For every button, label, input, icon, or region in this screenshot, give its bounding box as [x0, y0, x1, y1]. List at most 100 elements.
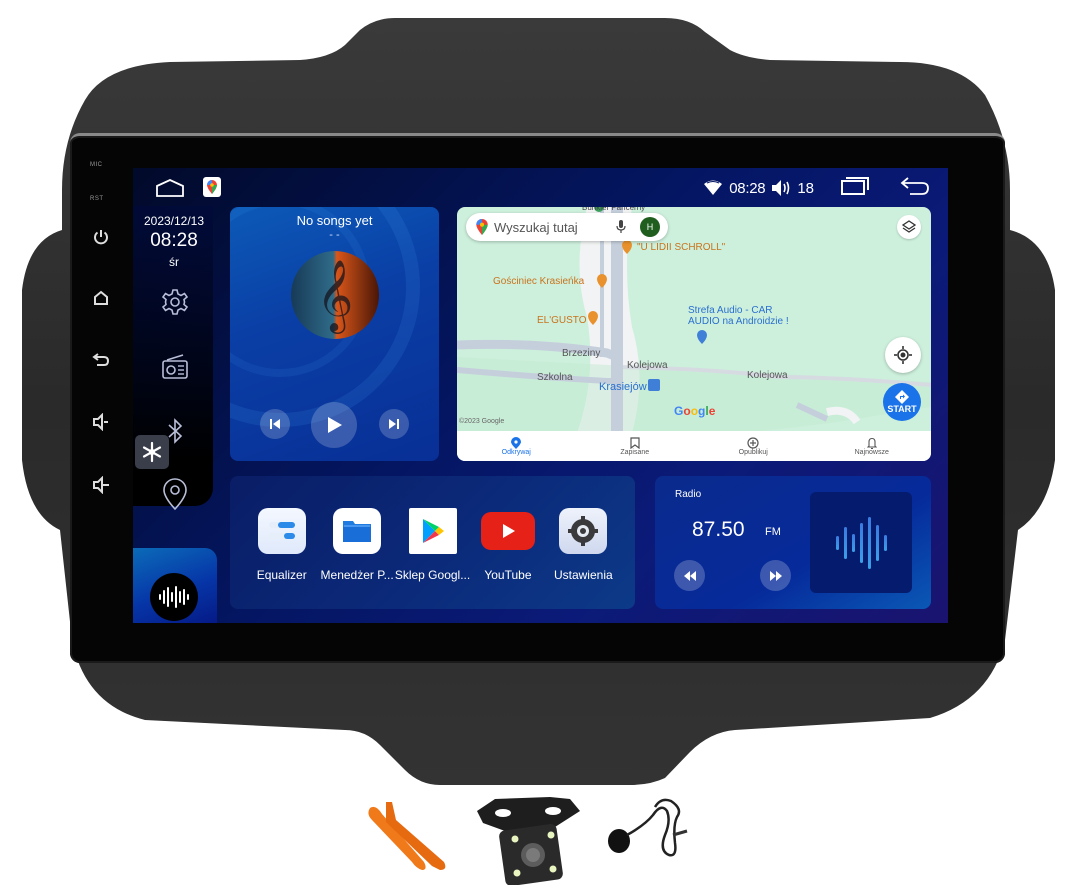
- my-location-button[interactable]: [885, 337, 921, 373]
- play-store-icon: [408, 508, 457, 554]
- voice-wave-icon: [159, 586, 189, 608]
- recent-apps-icon: [841, 177, 869, 195]
- status-indicators: 08:28 18: [703, 176, 930, 200]
- volume-up-button[interactable]: [88, 472, 114, 498]
- next-track-button[interactable]: [379, 409, 409, 439]
- equalizer-icon: [257, 508, 306, 554]
- volume-down-button[interactable]: [88, 409, 114, 435]
- youtube-icon: [480, 512, 535, 550]
- status-bar: 08:28 18: [133, 168, 948, 206]
- my-location-icon: [894, 346, 912, 364]
- map-layers-button[interactable]: [897, 215, 921, 239]
- add-circle-icon: [747, 436, 759, 449]
- poi-gosciniec-krasienka[interactable]: Gościniec Krasieńka: [493, 276, 584, 287]
- google-maps-widget[interactable]: Bunkier Pancerny "U LIDII SCHROLL" Gości…: [457, 207, 931, 461]
- map-tab-contribute[interactable]: Opublikuj: [694, 431, 813, 461]
- road-label: Brzeziny: [562, 348, 601, 359]
- app-equalizer[interactable]: Equalizer: [244, 508, 319, 609]
- recent-apps-button[interactable]: [840, 176, 870, 200]
- radio-widget[interactable]: Radio 87.50 FM: [655, 476, 931, 609]
- radio-seek-forward-button[interactable]: [760, 560, 791, 591]
- app-shortcuts-card: Equalizer Menedżer P... Sklep Googl... Y…: [230, 476, 635, 609]
- mic-label: MIC: [90, 162, 103, 168]
- google-logo: Google: [674, 404, 716, 418]
- back-icon: [900, 177, 929, 195]
- poi-u-lidii-schroll[interactable]: "U LIDII SCHROLL": [637, 242, 725, 253]
- radio-frequency: 87.50: [692, 518, 745, 541]
- radio-button[interactable]: [159, 351, 191, 383]
- home-button[interactable]: [155, 178, 185, 203]
- album-art: 𝄞: [291, 251, 379, 339]
- home-hw-button[interactable]: [88, 285, 114, 311]
- layers-icon: [902, 220, 916, 233]
- weekday-text: śr: [169, 255, 179, 269]
- volume-icon: [772, 180, 790, 196]
- back-hw-button[interactable]: [88, 346, 114, 372]
- google-maps-icon: [207, 180, 217, 194]
- app-play-store[interactable]: Sklep Googl...: [395, 508, 470, 609]
- google-maps-pin-icon: [476, 219, 488, 235]
- trim-removal-tools: [368, 802, 446, 870]
- start-navigation-button[interactable]: START: [883, 383, 921, 421]
- volume-up-icon: [93, 476, 109, 494]
- skip-next-icon: [389, 419, 399, 429]
- floating-assist-button[interactable]: [135, 435, 169, 469]
- power-button[interactable]: [88, 224, 114, 250]
- voice-assistant-card: [133, 548, 217, 623]
- wifi-icon: [704, 180, 723, 195]
- account-avatar[interactable]: H: [640, 217, 660, 237]
- play-button[interactable]: [311, 402, 357, 448]
- poi-bunkier[interactable]: Bunkier Pancerny: [582, 207, 645, 212]
- rear-view-camera: [477, 797, 580, 885]
- directions-icon: [895, 390, 909, 404]
- settings-button[interactable]: [159, 286, 191, 318]
- left-panel: 2023/12/13 08:28 śr: [133, 206, 217, 623]
- map-copyright: ©2023 Google: [459, 418, 505, 425]
- road-label: Szkolna: [537, 372, 573, 383]
- road-label: Kolejowa: [627, 360, 668, 371]
- map-search-input[interactable]: [494, 219, 604, 235]
- map-tab-updates[interactable]: Najnowsze: [813, 431, 932, 461]
- settings-app-icon: [559, 508, 608, 554]
- previous-track-button[interactable]: [260, 409, 290, 439]
- bell-icon: [866, 437, 877, 449]
- android-screen: 08:28 18 2023/12/13 08:28 śr No songs ye…: [133, 168, 948, 623]
- external-microphone: [608, 798, 688, 857]
- song-title: No songs yet: [296, 213, 373, 228]
- fast-forward-icon: [769, 570, 782, 581]
- status-clock: 08:28: [729, 179, 766, 197]
- microphone-icon[interactable]: [616, 220, 626, 234]
- pin-icon: [511, 436, 522, 449]
- music-player-card[interactable]: No songs yet - - 𝄞: [230, 207, 439, 461]
- app-settings[interactable]: Ustawienia: [546, 508, 621, 609]
- home-icon: [94, 290, 108, 305]
- poi-strefa-audio[interactable]: Strefa Audio - CAR AUDIO na Androidzie !: [688, 305, 789, 327]
- hardware-buttons: MIC RST: [80, 158, 124, 518]
- google-maps-shortcut[interactable]: [203, 177, 221, 197]
- rewind-icon: [683, 570, 696, 581]
- snowflake-icon: [142, 441, 162, 463]
- back-button[interactable]: [900, 176, 930, 200]
- radio-seek-back-button[interactable]: [674, 560, 705, 591]
- voice-assistant-button[interactable]: [150, 573, 198, 621]
- location-icon: [163, 478, 187, 511]
- radio-title: Radio: [675, 489, 702, 500]
- navigation-button[interactable]: [159, 478, 191, 511]
- song-artist: - -: [329, 229, 340, 241]
- poi-elgusto[interactable]: EL'GUSTO: [537, 315, 587, 326]
- back-icon: [92, 353, 110, 366]
- poi-krasiejow[interactable]: Krasiejów: [599, 381, 647, 393]
- map-tab-explore[interactable]: Odkrywaj: [457, 431, 576, 461]
- volume-down-icon: [93, 413, 108, 431]
- map-tab-saved[interactable]: Zapisane: [576, 431, 695, 461]
- app-youtube[interactable]: YouTube: [470, 508, 545, 609]
- app-file-manager[interactable]: Menedżer P...: [319, 508, 394, 609]
- map-bottom-nav: Odkrywaj Zapisane Opublikuj Najnowsze: [457, 431, 931, 461]
- file-manager-icon: [333, 508, 382, 554]
- play-icon: [328, 417, 342, 433]
- map-search-bar[interactable]: H: [466, 213, 668, 241]
- power-icon: [94, 230, 108, 245]
- radio-icon: [162, 354, 188, 379]
- volume-level: 18: [797, 179, 814, 197]
- treble-clef-icon: 𝄞: [316, 258, 354, 331]
